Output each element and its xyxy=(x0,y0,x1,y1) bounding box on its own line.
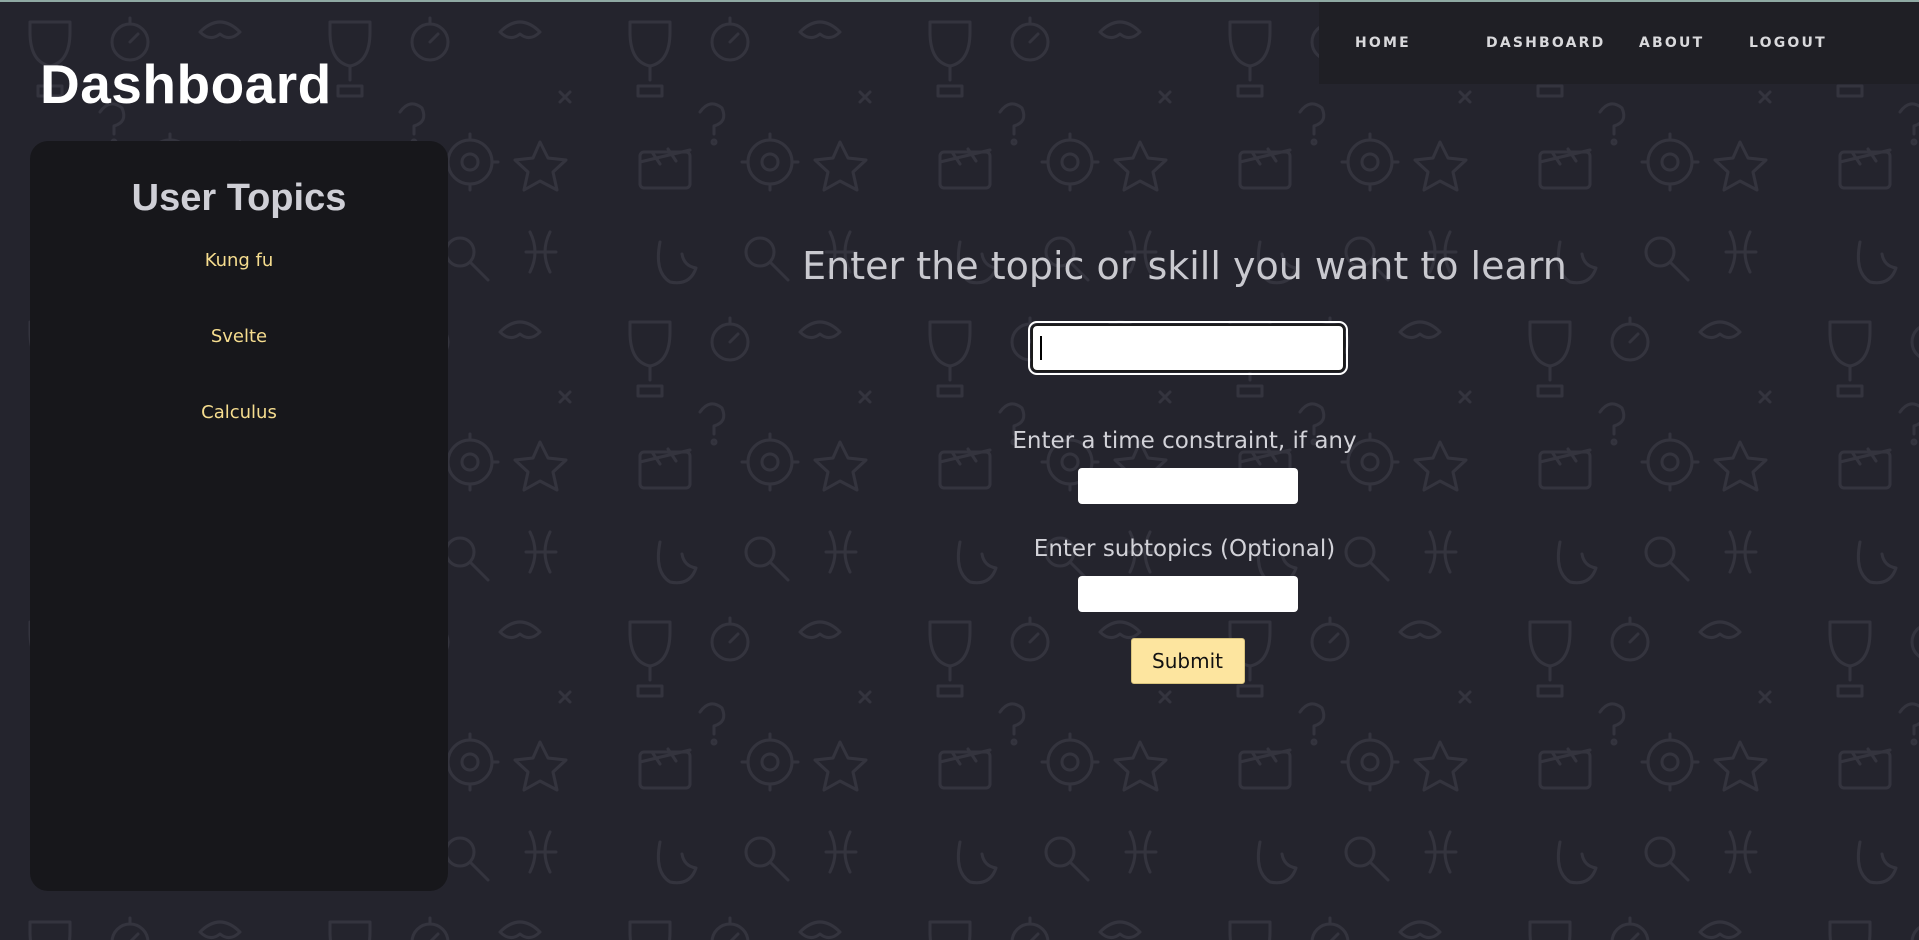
subtopics-input[interactable] xyxy=(1077,576,1298,612)
submit-button[interactable]: Submit xyxy=(1130,638,1245,684)
time-constraint-input[interactable] xyxy=(1077,468,1298,504)
nav-home-link[interactable]: HOME xyxy=(1355,35,1411,51)
sidebar-title: User Topics xyxy=(131,177,347,219)
topic-form: Enter the topic or skill you want to lea… xyxy=(450,232,1919,684)
nav-about-link[interactable]: ABOUT xyxy=(1639,35,1704,51)
topic-input[interactable] xyxy=(1027,321,1348,375)
top-navbar: HOME DASHBOARD ABOUT LOGOUT xyxy=(1319,2,1919,84)
topic-item-calculus[interactable]: Calculus xyxy=(30,402,448,478)
text-caret xyxy=(1039,336,1042,360)
topic-heading: Enter the topic or skill you want to lea… xyxy=(802,244,1567,288)
topic-list: Kung fu Svelte Calculus xyxy=(30,250,448,478)
topic-input-wrapper xyxy=(1026,321,1348,375)
nav-logout-link[interactable]: LOGOUT xyxy=(1749,35,1827,51)
nav-dashboard-link[interactable]: DASHBOARD xyxy=(1486,35,1606,51)
time-constraint-label: Enter a time constraint, if any xyxy=(1012,428,1357,454)
topic-item-kung-fu[interactable]: Kung fu xyxy=(30,250,448,326)
page-title: Dashboard xyxy=(40,53,332,115)
topic-item-svelte[interactable]: Svelte xyxy=(30,326,448,402)
user-topics-sidebar: User Topics Kung fu Svelte Calculus xyxy=(30,141,448,891)
subtopics-label: Enter subtopics (Optional) xyxy=(1033,536,1336,562)
